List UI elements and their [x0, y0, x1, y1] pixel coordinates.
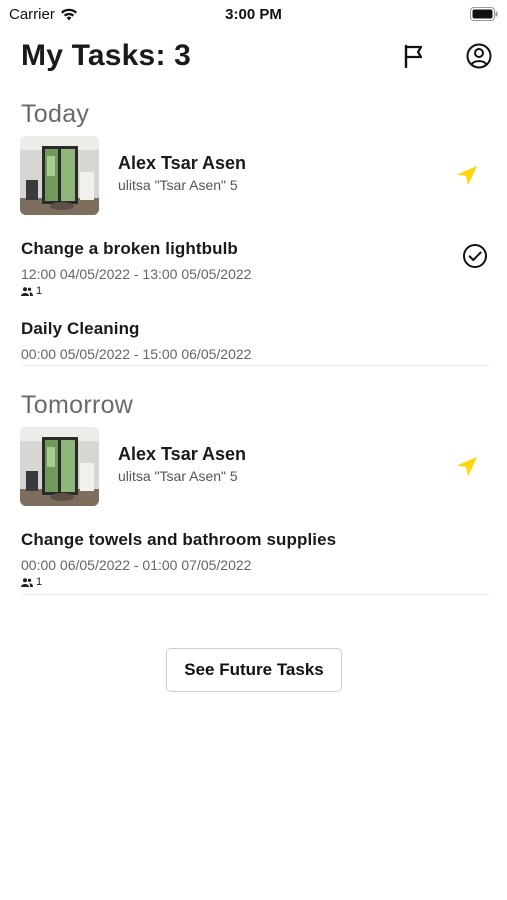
people-icon	[21, 286, 33, 296]
task-title: Change towels and bathroom supplies	[21, 530, 337, 549]
status-bar: Carrier 3:00 PM	[0, 0, 507, 30]
task-item[interactable]: Change a broken lightbulb 12:00 04/05/20…	[21, 239, 489, 297]
battery-icon	[470, 7, 498, 21]
property-photo	[20, 427, 99, 506]
section-divider	[21, 365, 489, 366]
flag-icon	[404, 44, 423, 69]
task-people: 1	[21, 285, 489, 297]
task-time: 00:00 06/05/2022 - 01:00 07/05/2022	[21, 557, 252, 573]
header: My Tasks: 3	[21, 38, 493, 78]
task-people: 1	[21, 576, 489, 588]
task-title: Daily Cleaning	[21, 319, 140, 338]
task-time: 12:00 04/05/2022 - 13:00 05/05/2022	[21, 266, 252, 282]
profile-button[interactable]	[465, 42, 493, 70]
task-item[interactable]: Change towels and bathroom supplies 00:0…	[21, 530, 489, 588]
people-count: 1	[36, 576, 43, 588]
see-future-tasks-button[interactable]: See Future Tasks	[166, 648, 342, 692]
property-row[interactable]: Alex Tsar Asen ulitsa "Tsar Asen" 5	[20, 136, 490, 216]
section-title-tomorrow: Tomorrow	[21, 391, 134, 419]
property-name: Alex Tsar Asen	[118, 444, 247, 464]
navigate-button[interactable]	[454, 454, 480, 480]
people-count: 1	[36, 285, 43, 297]
navigation-arrow-icon	[457, 457, 477, 477]
property-name: Alex Tsar Asen	[118, 153, 247, 173]
task-item[interactable]: Daily Cleaning 00:00 05/05/2022 - 15:00 …	[21, 319, 489, 362]
complete-task-button[interactable]	[462, 243, 488, 269]
check-circle-icon	[463, 244, 487, 268]
property-address: ulitsa "Tsar Asen" 5	[118, 177, 238, 193]
navigate-button[interactable]	[454, 163, 480, 189]
navigation-arrow-icon	[457, 166, 477, 186]
task-title: Change a broken lightbulb	[21, 239, 238, 258]
property-row[interactable]: Alex Tsar Asen ulitsa "Tsar Asen" 5	[20, 427, 490, 507]
clock: 3:00 PM	[225, 6, 282, 23]
user-circle-icon	[466, 43, 492, 69]
section-title-today: Today	[21, 100, 90, 128]
flag-button[interactable]	[401, 42, 427, 70]
property-photo	[20, 136, 99, 215]
task-time: 00:00 05/05/2022 - 15:00 06/05/2022	[21, 346, 252, 362]
section-divider	[21, 594, 489, 595]
people-icon	[21, 577, 33, 587]
property-address: ulitsa "Tsar Asen" 5	[118, 468, 238, 484]
